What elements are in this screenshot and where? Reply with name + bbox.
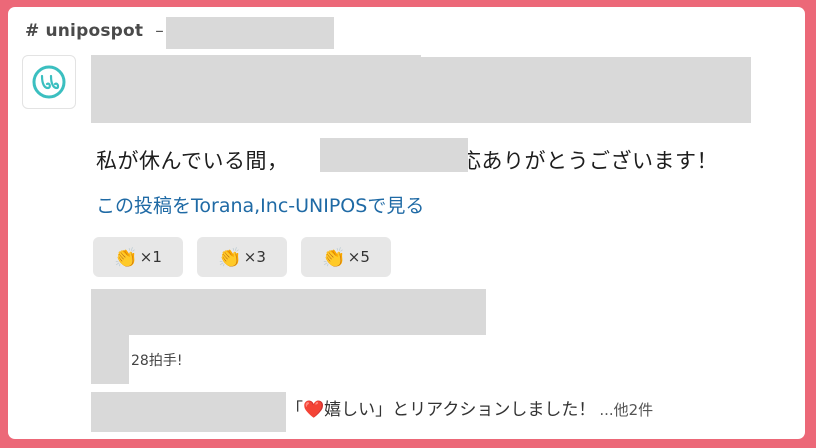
reaction-clap-5[interactable]: 👏 ×5 — [301, 237, 391, 277]
channel-separator: – — [155, 21, 164, 41]
clap-icon: 👏 — [322, 246, 346, 269]
channel-name[interactable]: unipospot — [45, 21, 143, 41]
applause-count: 28拍手! — [131, 353, 183, 369]
reaction-summary: 「❤️嬉しい」とリアクションしました！ ...他2件 — [286, 395, 653, 420]
heart-icon: ❤️ — [303, 400, 325, 420]
message-card: # unipospot – 私が休んでいる間， 対応ありがとうございます！ この投… — [8, 7, 805, 439]
unipos-logo-icon — [32, 65, 66, 99]
redacted-recipient-block — [320, 138, 468, 172]
channel-hash: # — [25, 21, 40, 41]
message-text-before: 私が休んでいる間， — [96, 149, 289, 173]
reaction-count: ×3 — [243, 248, 266, 266]
reaction-count: ×5 — [347, 248, 370, 266]
redacted-message-header — [91, 57, 751, 123]
reaction-clap-3[interactable]: 👏 ×3 — [197, 237, 287, 277]
reaction-summary-text: 嬉しい」とリアクションしました！ — [324, 400, 596, 420]
clap-icon: 👏 — [114, 246, 138, 269]
reaction-open-bracket: 「 — [286, 400, 303, 420]
reaction-clap-1[interactable]: 👏 ×1 — [93, 237, 183, 277]
reaction-count: ×1 — [139, 248, 162, 266]
channel-header: # unipospot – — [25, 21, 164, 41]
reaction-bar: 👏 ×1 👏 ×3 👏 ×5 — [93, 237, 391, 277]
more-reactions-link[interactable]: ...他2件 — [599, 401, 653, 419]
redacted-applause-header — [91, 289, 486, 335]
message-text-after: 対応ありがとうございます！ — [438, 149, 718, 173]
redacted-reactor-name — [91, 392, 286, 432]
redacted-applause-avatar — [91, 334, 129, 384]
avatar[interactable] — [22, 55, 76, 109]
redacted-channel-subtitle — [166, 17, 334, 49]
view-post-link[interactable]: この投稿をTorana,Inc-UNIPOSで見る — [96, 191, 424, 218]
clap-icon: 👏 — [218, 246, 242, 269]
